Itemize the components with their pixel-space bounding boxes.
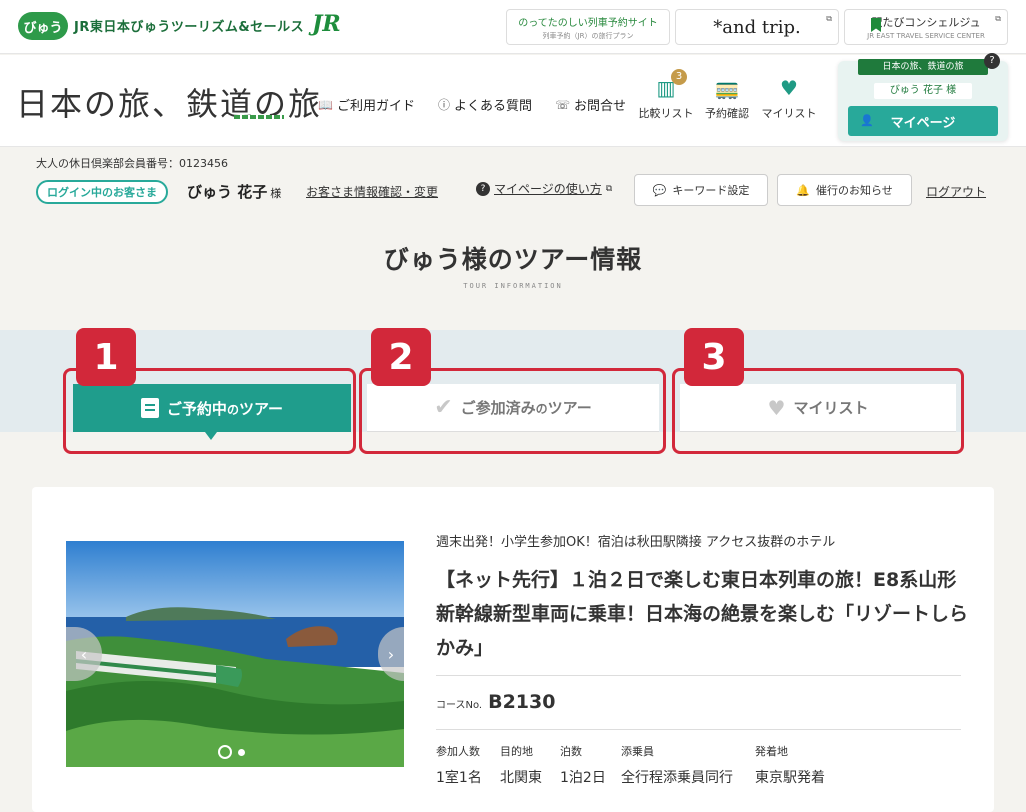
logout-link[interactable]: ログアウト — [926, 183, 986, 200]
rail-decoration — [234, 115, 284, 119]
mylist-header-label: マイリスト — [761, 107, 817, 120]
reservation-check-label: 予約確認 — [705, 107, 749, 120]
attr-value: 1泊2日 — [560, 770, 606, 786]
ext-link-main: 駅たびコンシェルジュ — [871, 16, 981, 29]
mypage-ribbon: 日本の旅、鉄道の旅 — [858, 59, 988, 75]
mypage-howto-link[interactable]: ? マイページの使い方 ⧉ — [476, 180, 612, 197]
tour-photo-image — [66, 541, 404, 767]
chat-icon: 💬 — [652, 183, 667, 197]
attr-label: 目的地 — [500, 745, 533, 758]
attr-conductor: 添乗員 全行程添乗員同行 — [621, 743, 733, 787]
attr-departure: 発着地 東京駅発着 — [755, 743, 825, 787]
nav-faq-link[interactable]: ⓘ よくある質問 — [438, 95, 532, 114]
company-name: JR東日本びゅうツーリズム&セールス — [74, 20, 305, 35]
site-header: 日本の旅、鉄道の旅 📖 ご利用ガイド ⓘ よくある質問 ☏ お問合せ ▥ 3 比較… — [0, 53, 1026, 147]
keyword-settings-button[interactable]: 💬 キーワード設定 — [634, 174, 768, 206]
attr-label: 参加人数 — [436, 745, 480, 758]
ext-link-main: のってたのしい列車予約サイト — [518, 17, 658, 29]
honorific: 様 — [270, 187, 282, 200]
compare-list-button[interactable]: ▥ 3 比較リスト — [638, 69, 694, 121]
nav-guide-label: ご利用ガイド — [336, 99, 415, 114]
carousel-dot[interactable] — [238, 748, 245, 756]
tour-photo — [66, 541, 404, 767]
reservation-check-button[interactable]: 🚃 予約確認 — [704, 77, 750, 121]
view-logo[interactable]: びゅう — [18, 12, 68, 40]
phone-icon: ☏ — [555, 97, 571, 112]
book-stack-icon: ▥ 3 — [653, 69, 687, 99]
top-bar: びゅう JR東日本びゅうツーリズム&セールス JR のってたのしい列車予約サイト… — [0, 0, 1026, 54]
mypage-user-name: びゅう 花子 様 — [874, 83, 972, 99]
compare-count-badge: 3 — [671, 69, 687, 85]
tour-catchphrase: 週末出発！小学生参加OK！宿泊は秋田駅隣接 アクセス抜群のホテル — [436, 535, 836, 550]
keyword-settings-label: キーワード設定 — [672, 184, 750, 197]
nav-guide-link[interactable]: 📖 ご利用ガイド — [318, 95, 415, 115]
mypage-button-label: マイページ — [890, 115, 956, 131]
bell-icon: 🔔 — [796, 183, 810, 197]
customer-info-link[interactable]: お客さま情報確認・変更 — [306, 183, 438, 200]
page-title: びゅう様のツアー情報 — [383, 245, 643, 274]
help-icon[interactable]: ? — [984, 53, 1000, 69]
train-icon: 🚃 — [714, 76, 740, 100]
attr-value: 全行程添乗員同行 — [621, 770, 733, 786]
howto-label: マイページの使い方 — [494, 182, 602, 196]
carousel-dot-active[interactable] — [218, 745, 232, 759]
divider — [436, 675, 961, 676]
login-status-badge: ログイン中のお客さま — [36, 180, 168, 204]
attr-label: 泊数 — [560, 745, 582, 758]
carousel-dots — [218, 745, 245, 759]
book-icon: 📖 — [318, 97, 333, 112]
heart-icon: ♥ — [780, 76, 798, 100]
attr-label: 添乗員 — [621, 745, 654, 758]
site-logo[interactable]: 日本の旅、鉄道の旅 — [16, 79, 322, 125]
external-link-icon: ⧉ — [826, 14, 832, 23]
ext-link-main: *and trip. — [713, 16, 801, 38]
attr-value: 東京駅発着 — [755, 770, 825, 786]
external-link-icon: ⧉ — [995, 14, 1001, 23]
tour-notice-button[interactable]: 🔔 催行のお知らせ — [777, 174, 912, 206]
ext-link-sub: 列車予約（JR）の旅行プラン — [542, 31, 634, 40]
attr-destination: 目的地 北関東 — [500, 743, 542, 787]
tour-title[interactable]: 【ネット先行】１泊２日で楽しむ東日本列車の旅！E8系山形新幹線新型車両に乗車！日… — [436, 563, 971, 665]
annotation-badge-3: 3 — [684, 328, 744, 386]
course-label: コースNo. — [436, 700, 483, 711]
mypage-card: 日本の旅、鉄道の旅 ? びゅう 花子 様 👤 マイページ — [838, 53, 1008, 141]
attr-value: 1室1名 — [436, 770, 482, 786]
member-number: 大人の休日倶楽部会員番号：0123456 — [36, 157, 228, 170]
attr-value: 北関東 — [500, 770, 542, 786]
attr-nights: 泊数 1泊2日 — [560, 743, 606, 787]
jr-logo: JR — [312, 11, 341, 37]
course-number: コースNo. B2130 — [436, 691, 555, 713]
question-icon: ⓘ — [438, 98, 451, 112]
user-name-text: びゅう 花子 — [187, 183, 268, 201]
annotation-badge-1: 1 — [76, 328, 136, 386]
and-trip-link[interactable]: ⧉ *and trip. — [675, 9, 839, 45]
mylist-header-button[interactable]: ♥ マイリスト — [760, 77, 818, 121]
annotation-badge-2: 2 — [371, 328, 431, 386]
nav-contact-link[interactable]: ☏ お問合せ — [555, 95, 627, 115]
train-reservation-site-link[interactable]: のってたのしい列車予約サイト 列車予約（JR）の旅行プラン — [506, 9, 670, 45]
nav-contact-label: お問合せ — [574, 99, 627, 114]
tour-card[interactable]: ‹ › 週末出発！小学生参加OK！宿泊は秋田駅隣接 アクセス抜群のホテル 【ネッ… — [32, 487, 994, 812]
attr-label: 発着地 — [755, 745, 788, 758]
ext-link-sub: JR EAST TRAVEL SERVICE CENTER — [867, 32, 985, 40]
nav-faq-label: よくある質問 — [454, 99, 533, 114]
course-value: B2130 — [488, 691, 556, 713]
mypage-button[interactable]: 👤 マイページ — [848, 106, 998, 136]
external-link-icon: ⧉ — [605, 183, 613, 194]
divider — [436, 729, 961, 730]
page-subtitle: TOUR INFORMATION — [463, 282, 563, 290]
attr-participants: 参加人数 1室1名 — [436, 743, 482, 787]
travel-concierge-link[interactable]: ⧉ 駅たびコンシェルジュ JR EAST TRAVEL SERVICE CENT… — [844, 9, 1008, 45]
tour-notice-label: 催行のお知らせ — [815, 184, 893, 197]
question-icon: ? — [476, 181, 490, 196]
user-icon: 👤 — [860, 114, 874, 127]
user-name: びゅう 花子様 — [187, 181, 281, 202]
compare-list-label: 比較リスト — [638, 107, 694, 120]
